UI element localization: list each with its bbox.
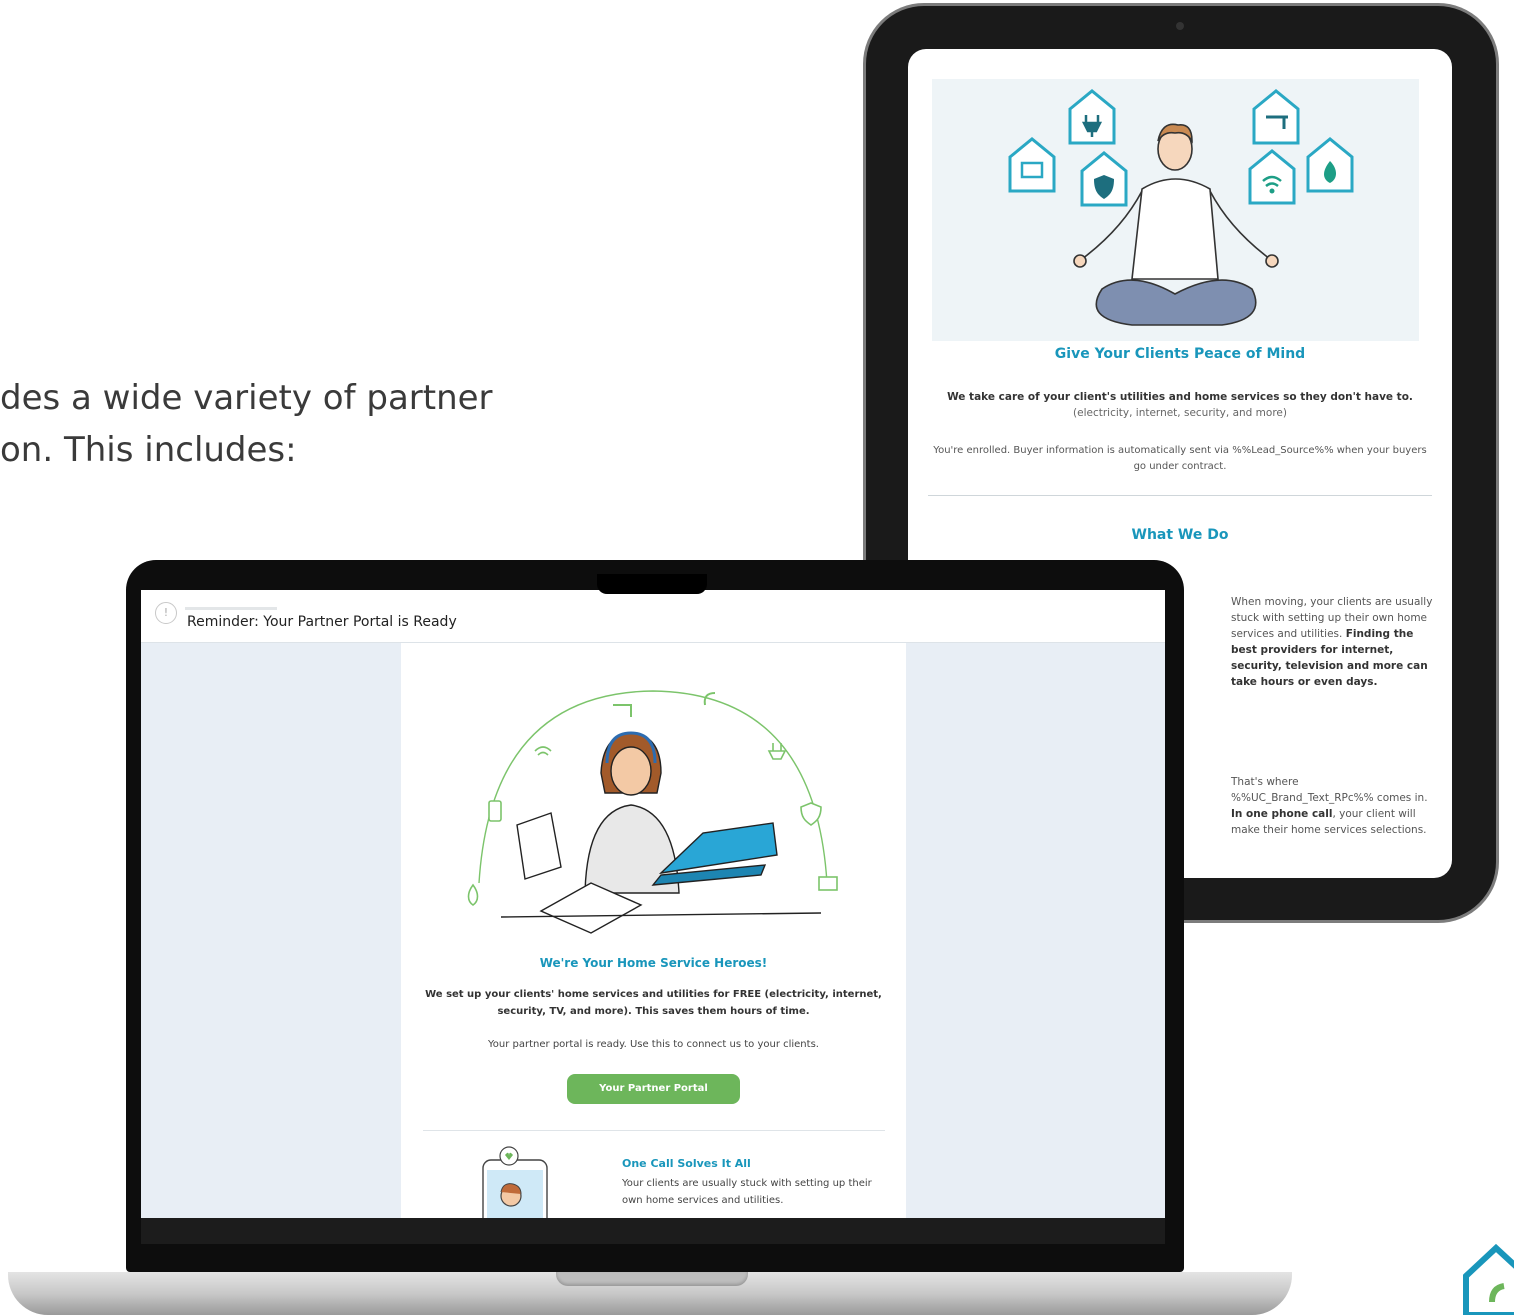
laptop-screen-bezel-bottom [141, 1218, 1165, 1244]
email-intro: We set up your clients' home services an… [425, 989, 882, 1017]
email-subject: Reminder: Your Partner Portal is Ready [187, 614, 457, 630]
avatar-icon [500, 1183, 522, 1207]
one-call-title: One Call Solves It All [622, 1157, 751, 1170]
tablet-para2-plain-1: That's where %%UC_Brand_Text_RPc%% comes… [1231, 776, 1428, 804]
email-title: We're Your Home Service Heroes! [539, 956, 768, 970]
tablet-enrolled-text: You're enrolled. Buyer information is au… [933, 445, 1427, 472]
portal-ready-text: Your partner portal is ready. Use this t… [488, 1039, 819, 1050]
tablet-email-title: Give Your Clients Peace of Mind [1054, 346, 1306, 362]
tv-icon [818, 876, 838, 891]
email-body: We're Your Home Service Heroes! We set u… [141, 643, 1165, 1218]
tablet-para2-bold: In one phone call [1231, 808, 1333, 820]
tablet-section-title: What We Do [1131, 527, 1229, 543]
background-copy-line-2: on. This includes: [0, 430, 297, 470]
sender-meta-placeholder [185, 607, 277, 610]
phone-call-illustration [482, 1146, 548, 1218]
peace-of-mind-illustration [932, 79, 1419, 341]
flame-icon [1306, 137, 1354, 193]
shield-icon [1080, 151, 1128, 207]
tablet-intro-bold: We take care of your client's utilities … [947, 391, 1413, 403]
tablet-intro-sub: (electricity, internet, security, and mo… [1073, 407, 1287, 419]
brand-house-logo-icon [1463, 1243, 1514, 1315]
tablet-camera [1176, 22, 1184, 30]
laptop-email-screen: ! Reminder: Your Partner Portal is Ready [141, 590, 1165, 1218]
tablet-what-we-do-paragraph: When moving, your clients are usually st… [1231, 594, 1437, 690]
email-header: ! Reminder: Your Partner Portal is Ready [141, 590, 1165, 643]
email-divider [423, 1130, 885, 1131]
tablet-intro: We take care of your client's utilities … [928, 389, 1432, 421]
home-service-heroes-illustration [467, 690, 838, 934]
tv-icon [1008, 137, 1056, 193]
sender-avatar-icon[interactable]: ! [155, 602, 177, 624]
tablet-divider [928, 495, 1432, 496]
phone-icon [488, 800, 502, 822]
faucet-icon [613, 704, 632, 717]
heart-icon [499, 1146, 519, 1166]
plug-icon [1068, 89, 1116, 145]
flame-icon [467, 883, 479, 906]
wifi-icon [534, 746, 552, 756]
background-copy: des a wide variety of partner on. This i… [0, 372, 493, 476]
laptop-camera-notch [597, 574, 707, 594]
faucet-icon [1252, 89, 1300, 145]
email-content-card: We're Your Home Service Heroes! We set u… [401, 643, 906, 1218]
wifi-icon [1248, 149, 1296, 205]
one-call-text: Your clients are usually stuck with sett… [622, 1178, 872, 1206]
partner-portal-button[interactable]: Your Partner Portal [567, 1074, 740, 1104]
support-agent [500, 731, 822, 934]
laptop-opening-notch [556, 1272, 748, 1286]
background-copy-line-1: des a wide variety of partner [0, 378, 493, 418]
meditation-illustration [1008, 89, 1354, 326]
tablet-brand-paragraph: That's where %%UC_Brand_Text_RPc%% comes… [1231, 774, 1437, 838]
